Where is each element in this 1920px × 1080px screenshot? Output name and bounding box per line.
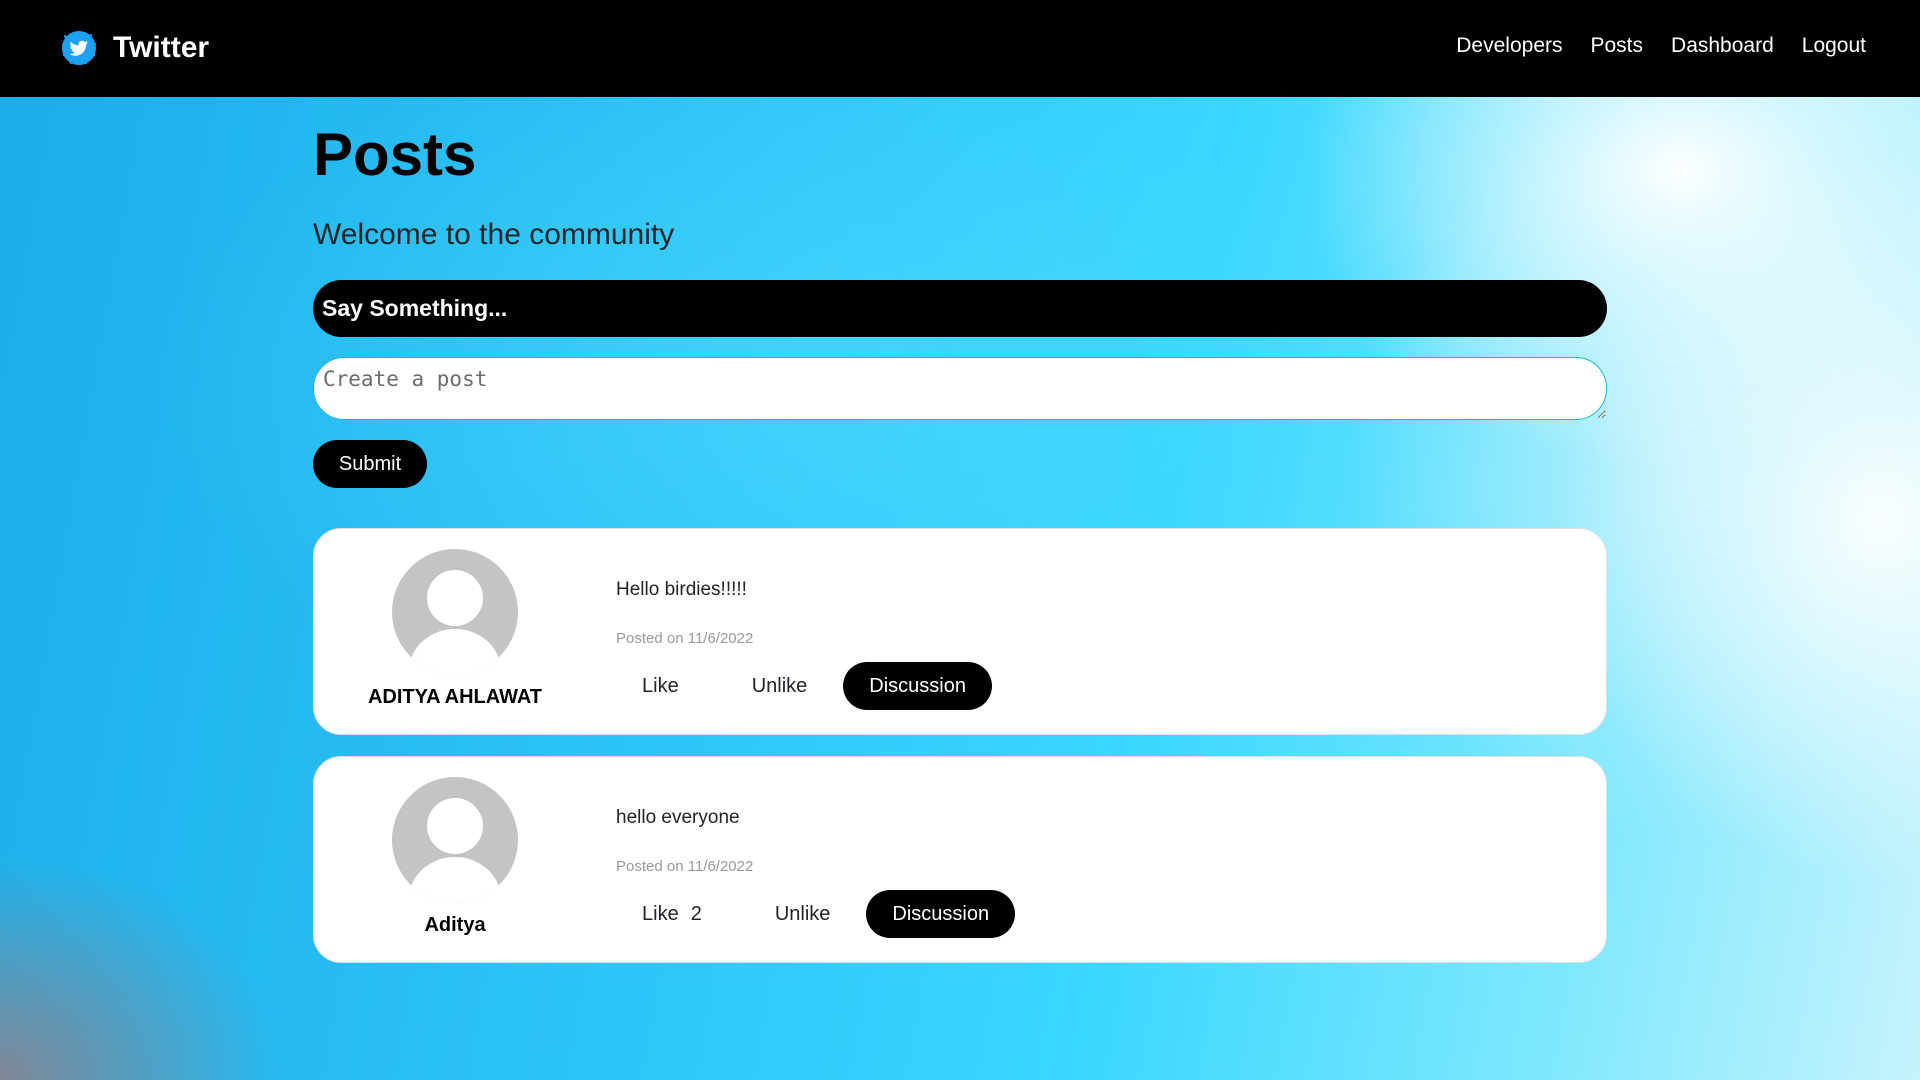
like-label: Like bbox=[642, 674, 679, 697]
post-text: Hello birdies!!!!! bbox=[616, 579, 747, 600]
like-count: 2 bbox=[690, 902, 702, 925]
welcome-text: Welcome to the community bbox=[313, 218, 675, 251]
post-card: Aditya hello everyone Posted on 11/6/202… bbox=[313, 756, 1607, 963]
brand-name: Twitter bbox=[113, 31, 210, 64]
twitter-bird-icon bbox=[61, 31, 97, 65]
unlike-button[interactable]: Unlike bbox=[726, 662, 834, 710]
post-author: ADITYA AHLAWAT bbox=[367, 686, 543, 708]
submit-button[interactable]: Submit bbox=[313, 440, 427, 488]
post-text: hello everyone bbox=[616, 807, 740, 828]
nav-links: Developers Posts Dashboard Logout bbox=[1456, 34, 1866, 58]
post-date: Posted on 11/6/2022 bbox=[616, 630, 754, 647]
nav-link-dashboard[interactable]: Dashboard bbox=[1671, 34, 1774, 58]
default-user-avatar-icon bbox=[392, 777, 518, 903]
create-post-input[interactable] bbox=[313, 357, 1607, 420]
nav-link-logout[interactable]: Logout bbox=[1802, 34, 1866, 58]
like-label: Like bbox=[642, 902, 679, 925]
discussion-button[interactable]: Discussion bbox=[843, 662, 992, 710]
navbar: Twitter Developers Posts Dashboard Logou… bbox=[0, 0, 1920, 97]
post-form-header-label: Say Something... bbox=[322, 295, 508, 321]
like-button[interactable]: Like bbox=[616, 662, 705, 710]
default-user-avatar-icon bbox=[392, 549, 518, 675]
like-button[interactable]: Like 2 bbox=[616, 890, 728, 938]
discussion-button[interactable]: Discussion bbox=[866, 890, 1016, 938]
post-date: Posted on 11/6/2022 bbox=[616, 858, 754, 875]
post-card: ADITYA AHLAWAT Hello birdies!!!!! Posted… bbox=[313, 528, 1607, 735]
unlike-button[interactable]: Unlike bbox=[749, 890, 857, 938]
post-form-header: Say Something... bbox=[313, 280, 1607, 337]
post-actions: Like Unlike Discussion bbox=[616, 662, 992, 710]
nav-link-developers[interactable]: Developers bbox=[1456, 34, 1562, 58]
page-title: Posts bbox=[313, 121, 477, 188]
nav-link-posts[interactable]: Posts bbox=[1591, 34, 1644, 58]
brand-link[interactable]: Twitter bbox=[58, 26, 209, 70]
post-author: Aditya bbox=[424, 914, 486, 936]
post-actions: Like 2 Unlike Discussion bbox=[616, 890, 1016, 938]
